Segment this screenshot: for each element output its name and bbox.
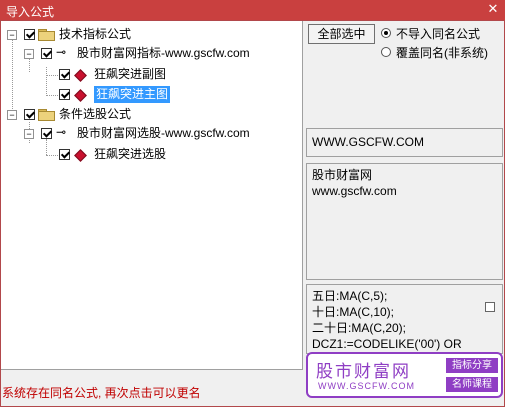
item-label: 狂飙突进主图 [94, 86, 171, 103]
author-line: www.gscfw.com [312, 184, 397, 198]
source-label: 股市财富网选股-www.gscfw.com [77, 126, 250, 140]
select-all-button[interactable]: 全部选中 [308, 24, 375, 44]
key-icon: ⊸ [56, 125, 67, 139]
url-text: WWW.GSCFW.COM [312, 135, 424, 149]
formula-preview[interactable]: 五日:MA(C,5); 十日:MA(C,10); 二十日:MA(C,20); D… [306, 284, 503, 354]
window-title: 导入公式 [6, 5, 55, 19]
item-checkbox[interactable] [59, 69, 70, 80]
item-checkbox[interactable] [59, 89, 70, 100]
close-icon[interactable]: ✕ [485, 1, 501, 17]
source-checkbox[interactable] [41, 48, 52, 59]
url-box: WWW.GSCFW.COM [306, 128, 503, 157]
status-message: 系统存在同名公式, 再次点击可以更名 [2, 386, 201, 400]
radio-overwrite[interactable] [381, 47, 391, 57]
tree-node-group-screening[interactable]: − 条件选股公式 [1, 106, 301, 123]
group-label: 技术指标公式 [59, 27, 132, 41]
tree-item[interactable]: 狂飙突进副图 [1, 66, 301, 83]
watermark-tag-share: 指标分享 [446, 358, 498, 373]
collapse-icon[interactable]: − [24, 49, 34, 59]
tree-node-group-indicators[interactable]: − 技术指标公式 [1, 26, 301, 43]
folder-icon [38, 29, 55, 41]
formula-icon [74, 69, 87, 82]
source-label: 股市财富网指标-www.gscfw.com [77, 46, 250, 60]
tree-item[interactable]: 狂飙突进选股 [1, 146, 301, 163]
radio-skip-duplicates-label[interactable]: 不导入同名公式 [396, 25, 480, 42]
formula-line: 二十日:MA(C,20); [312, 321, 407, 335]
tree-node-source[interactable]: − ⊸ 股市财富网指标-www.gscfw.com [1, 45, 301, 62]
tree-item-selected[interactable]: 狂飙突进主图 [1, 86, 301, 103]
group-checkbox[interactable] [24, 109, 35, 120]
preview-checkbox[interactable] [485, 302, 495, 312]
title-bar: 导入公式 ✕ [0, 0, 505, 20]
formula-icon [74, 149, 87, 162]
author-box: 股市财富网 www.gscfw.com [306, 163, 503, 280]
key-icon: ⊸ [56, 45, 67, 59]
radio-overwrite-label[interactable]: 覆盖同名(非系统) [396, 44, 488, 61]
watermark-title: 股市财富网 [316, 362, 411, 381]
item-label: 狂飙突进选股 [94, 147, 167, 161]
formula-tree[interactable]: − 技术指标公式 − ⊸ 股市财富网指标-www.gscfw.com 狂飙突进副… [1, 21, 303, 370]
formula-line: DCZ1:=CODELIKE('00') OR [312, 337, 462, 351]
collapse-icon[interactable]: − [7, 110, 17, 120]
source-checkbox[interactable] [41, 128, 52, 139]
collapse-icon[interactable]: − [7, 30, 17, 40]
group-label: 条件选股公式 [59, 107, 132, 121]
folder-icon [38, 109, 55, 121]
watermark-logo: 股市财富网 WWW.GSCFW.COM 指标分享 名师课程 [306, 352, 503, 398]
group-checkbox[interactable] [24, 29, 35, 40]
radio-skip-duplicates[interactable] [381, 28, 391, 38]
formula-line: 五日:MA(C,5); [312, 289, 388, 303]
tree-node-source[interactable]: − ⊸ 股市财富网选股-www.gscfw.com [1, 125, 301, 142]
item-label: 狂飙突进副图 [94, 67, 167, 81]
collapse-icon[interactable]: − [24, 129, 34, 139]
watermark-url: WWW.GSCFW.COM [318, 381, 415, 391]
formula-line: 十日:MA(C,10); [312, 305, 395, 319]
item-checkbox[interactable] [59, 149, 70, 160]
formula-icon [74, 89, 87, 102]
author-line: 股市财富网 [312, 168, 373, 182]
watermark-tag-course: 名师课程 [446, 377, 498, 392]
